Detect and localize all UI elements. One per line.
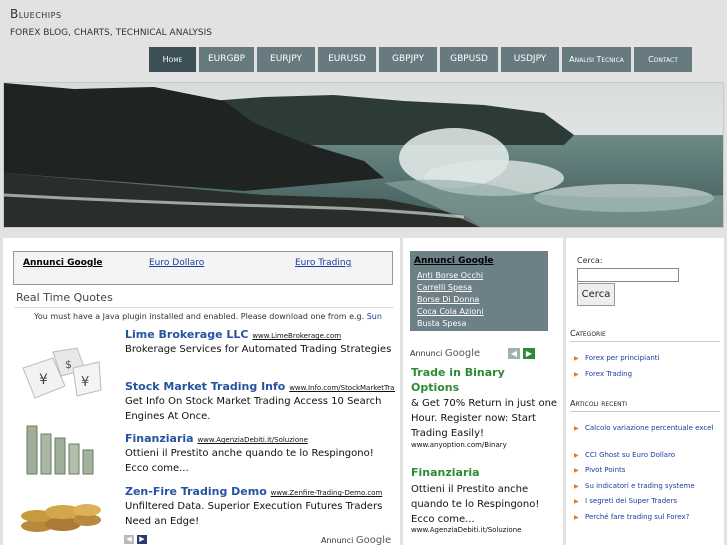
header-banner-image	[3, 82, 724, 228]
ad-url[interactable]: www.AgenziaDebiti.it/Soluzione	[411, 526, 521, 534]
ad-description: Ottieni il Prestito anche quando te lo R…	[411, 484, 540, 525]
panel-title[interactable]: Annunci Google	[414, 256, 494, 266]
panel-link[interactable]: Busta Spesa	[417, 319, 466, 328]
recent-post-link[interactable]: Perché fare trading sul Forex?	[574, 512, 714, 523]
middle-ad-column: Annunci Google Anti Borse Occhi Carrelli…	[403, 238, 563, 545]
divider	[570, 341, 720, 342]
panel-link[interactable]: Coca Cola Azioni	[417, 307, 484, 316]
brand-name: Google	[355, 535, 392, 545]
ad-title[interactable]: Finanziaria	[411, 466, 480, 479]
search-button[interactable]: Cerca	[577, 283, 615, 306]
recent-post-link[interactable]: I segreti dei Super Traders	[574, 496, 714, 507]
ad-title[interactable]: Trade in Binary Options	[411, 365, 521, 395]
google-ad-links-panel: Annunci Google Anti Borse Occhi Carrelli…	[410, 251, 548, 331]
ad-url[interactable]: www.AgenziaDebiti.it/Soluzione	[197, 436, 307, 444]
svg-text:¥: ¥	[81, 375, 89, 390]
dollar-bills-image	[26, 425, 94, 475]
svg-text:¥: ¥	[39, 372, 48, 388]
google-ads-brand[interactable]: Annunci Google	[410, 348, 480, 359]
currency-dice-image: ¥ $ ¥	[22, 347, 102, 399]
nav-analisi-tecnica[interactable]: Analisi Tecnica	[562, 47, 631, 72]
brand-prefix: Annunci	[410, 349, 443, 358]
divider	[570, 411, 720, 412]
categories-heading: Categorie	[570, 329, 606, 338]
ad-url[interactable]: www.LimeBrokerage.com	[252, 332, 341, 340]
ad-description: & Get 70% Return in just one Hour. Regis…	[411, 398, 558, 439]
real-time-quotes-title: Real Time Quotes	[16, 291, 113, 304]
ad-url[interactable]: www.Info.com/StockMarketTrad	[289, 384, 395, 392]
svg-text:$: $	[65, 358, 72, 371]
ad-link-euro-trading[interactable]: Euro Trading	[295, 258, 351, 268]
nav-gbpjpy[interactable]: GBPJPY	[379, 47, 437, 72]
sidebar: Cerca: Cerca Categorie Forex per princip…	[566, 238, 724, 545]
nav-eurjpy[interactable]: EURJPY	[257, 47, 315, 72]
recent-post-link[interactable]: Calcolo variazione percentuale excel	[574, 423, 714, 434]
brand-prefix: Annunci	[321, 536, 354, 545]
main-nav: Home EURGBP EURJPY EURUSD GBPJPY GBPUSD …	[149, 47, 692, 72]
nav-usdjpy[interactable]: USDJPY	[501, 47, 559, 72]
ad-title[interactable]: Finanziaria	[125, 432, 194, 445]
ad-title[interactable]: Lime Brokerage LLC	[125, 328, 248, 341]
ad-title[interactable]: Zen-Fire Trading Demo	[125, 485, 267, 498]
ad-title[interactable]: Stock Market Trading Info	[125, 380, 285, 393]
recent-posts-heading: Articoli recenti	[570, 399, 628, 408]
google-ads-brand[interactable]: Annunci Google	[321, 535, 391, 545]
category-link[interactable]: Forex per principianti	[574, 353, 714, 364]
nav-home[interactable]: Home	[149, 47, 196, 72]
category-link[interactable]: Forex Trading	[574, 369, 714, 380]
site-title[interactable]: Bluechips	[10, 7, 62, 21]
ad-pager: ◀ ▶	[124, 535, 147, 544]
gold-coins-image	[21, 504, 101, 532]
ad-description: Get Info On Stock Market Trading Access …	[125, 396, 382, 422]
google-ad-links-box: Annunci Google Euro Dollaro Euro Trading	[13, 251, 393, 285]
ad-description: Brokerage Services for Automated Trading…	[125, 344, 392, 355]
nav-eurgbp[interactable]: EURGBP	[199, 47, 254, 72]
ad-lime-brokerage[interactable]: Lime Brokerage LLC www.LimeBrokerage.com…	[125, 328, 395, 357]
brand-name: Google	[444, 348, 481, 359]
panel-link[interactable]: Anti Borse Occhi	[417, 271, 483, 280]
ad-zen-fire[interactable]: Zen-Fire Trading Demo www.Zenfire-Tradin…	[125, 485, 395, 529]
site-subtitle: FOREX BLOG, CHARTS, TECHNICAL ANALYSIS	[10, 28, 212, 38]
ad-link-euro-dollaro[interactable]: Euro Dollaro	[149, 258, 204, 268]
ad-stock-market-trading[interactable]: Stock Market Trading Info www.Info.com/S…	[125, 380, 395, 424]
divider	[14, 307, 394, 308]
nav-gbpusd[interactable]: GBPUSD	[440, 47, 498, 72]
next-arrow-icon[interactable]: ▶	[523, 348, 535, 359]
java-download-link[interactable]: Sun	[367, 312, 382, 321]
recent-post-link[interactable]: CCI Ghost su Euro Dollaro	[574, 450, 714, 461]
java-notice-text: You must have a Java plugin installed an…	[34, 312, 365, 321]
prev-arrow-icon[interactable]: ◀	[508, 348, 520, 359]
search-label: Cerca:	[577, 256, 603, 265]
recent-post-link[interactable]: Pivot Points	[574, 465, 714, 476]
next-arrow-icon[interactable]: ▶	[137, 535, 147, 544]
ad-finanziaria[interactable]: Finanziaria www.AgenziaDebiti.it/Soluzio…	[125, 432, 395, 476]
prev-arrow-icon[interactable]: ◀	[124, 535, 134, 544]
ad-description: Unfiltered Data. Superior Execution Futu…	[125, 501, 383, 527]
panel-link[interactable]: Borse Di Donna	[417, 295, 479, 304]
ad-description: Ottieni il Prestito anche quando te lo R…	[125, 448, 374, 474]
panel-link[interactable]: Carrelli Spesa	[417, 283, 472, 292]
ad-links-label[interactable]: Annunci Google	[23, 258, 103, 268]
search-input[interactable]	[577, 268, 679, 282]
nav-contact[interactable]: Contact	[634, 47, 692, 72]
recent-post-link[interactable]: Su indicatori e trading systeme	[574, 481, 714, 492]
main-content: Annunci Google Euro Dollaro Euro Trading…	[3, 238, 400, 545]
java-notice: You must have a Java plugin installed an…	[34, 312, 382, 321]
ad-url[interactable]: www.anyoption.com/Binary	[411, 441, 507, 449]
ad-url[interactable]: www.Zenfire-Trading-Demo.com	[271, 489, 383, 497]
nav-eurusd[interactable]: EURUSD	[318, 47, 376, 72]
ad-pager: ◀ ▶	[508, 348, 535, 359]
